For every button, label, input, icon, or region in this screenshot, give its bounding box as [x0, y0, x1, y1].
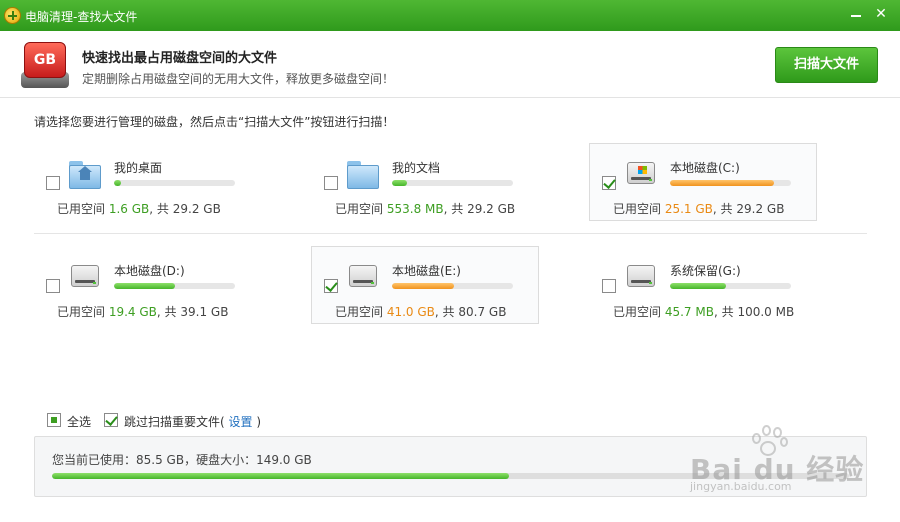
usage-text: 已用空间 25.1 GB, 共 29.2 GB	[613, 202, 785, 216]
disk-checkbox[interactable]	[602, 176, 616, 190]
settings-link[interactable]: 设置	[229, 415, 253, 429]
usage-text: 已用空间 45.7 MB, 共 100.0 MB	[613, 305, 795, 319]
usage-bar	[114, 180, 235, 186]
disk-item-documents[interactable]: 我的文档 已用空间 553.8 MB, 共 29.2 GB	[312, 144, 540, 222]
window-title: 电脑清理-查找大文件	[25, 10, 138, 24]
disk-checkbox[interactable]	[324, 176, 338, 190]
minimize-button[interactable]	[845, 4, 867, 24]
select-all-option[interactable]: 全选	[47, 412, 107, 429]
skip-important-checkbox[interactable]	[104, 413, 118, 427]
usage-text: 已用空间 553.8 MB, 共 29.2 GB	[335, 202, 516, 216]
title-bar: 电脑清理-查找大文件 ✕	[0, 0, 900, 31]
app-logo-icon	[4, 7, 21, 24]
instruction-text: 请选择您要进行管理的磁盘，然后点击“扫描大文件”按钮进行扫描！	[34, 115, 395, 129]
usage-text: 已用空间 41.0 GB, 共 80.7 GB	[335, 305, 507, 319]
disk-name: 本地磁盘(D:)	[114, 264, 185, 278]
disk-checkbox[interactable]	[46, 279, 60, 293]
skip-important-option[interactable]: 跳过扫描重要文件( 设置 )	[104, 412, 284, 429]
usage-bar	[670, 180, 791, 186]
skip-important-label: 跳过扫描重要文件( 设置 )	[124, 415, 262, 429]
summary-text: 您当前已使用：85.5 GB，硬盘大小：149.0 GB	[52, 453, 312, 467]
close-button[interactable]: ✕	[870, 4, 892, 24]
disk-name: 本地磁盘(E:)	[392, 264, 461, 278]
header-title: 快速找出最占用磁盘空间的大文件	[82, 51, 278, 66]
usage-bar	[670, 283, 791, 289]
folder-home-icon	[69, 158, 101, 190]
system-drive-icon	[625, 158, 657, 190]
disk-item-d[interactable]: 本地磁盘(D:) 已用空间 19.4 GB, 共 39.1 GB	[34, 247, 262, 325]
disk-name: 系统保留(G:)	[670, 264, 741, 278]
header-subtitle: 定期删除占用磁盘空间的无用大文件，释放更多磁盘空间！	[82, 72, 395, 86]
disk-checkbox[interactable]	[602, 279, 616, 293]
usage-bar	[114, 283, 235, 289]
hard-drive-icon	[69, 261, 101, 293]
total-usage-fill	[52, 473, 510, 479]
header: GB 快速找出最占用磁盘空间的大文件 定期删除占用磁盘空间的无用大文件，释放更多…	[0, 31, 900, 98]
folder-icon	[347, 158, 379, 190]
disk-item-e[interactable]: 本地磁盘(E:) 已用空间 41.0 GB, 共 80.7 GB	[311, 246, 539, 324]
hard-drive-icon	[347, 261, 379, 293]
select-all-checkbox[interactable]	[47, 413, 61, 427]
usage-bar	[392, 180, 513, 186]
divider	[34, 233, 867, 234]
usage-text: 已用空间 1.6 GB, 共 29.2 GB	[57, 202, 221, 216]
disk-name: 我的文档	[392, 161, 441, 175]
hard-drive-icon	[625, 261, 657, 293]
disk-checkbox[interactable]	[46, 176, 60, 190]
disk-name: 本地磁盘(C:)	[670, 161, 740, 175]
disk-item-g[interactable]: 系统保留(G:) 已用空间 45.7 MB, 共 100.0 MB	[590, 247, 818, 325]
usage-text: 已用空间 19.4 GB, 共 39.1 GB	[57, 305, 229, 319]
gb-disk-icon: GB	[21, 42, 69, 88]
scan-large-files-button[interactable]: 扫描大文件	[775, 47, 878, 83]
usage-bar	[392, 283, 513, 289]
disk-item-c[interactable]: 本地磁盘(C:) 已用空间 25.1 GB, 共 29.2 GB	[589, 143, 817, 221]
disk-checkbox[interactable]	[324, 279, 338, 293]
select-all-label: 全选	[67, 415, 92, 429]
baidu-jingyan-watermark: Bai du 经验 jingyan.baidu.com	[690, 453, 865, 493]
disk-item-desktop[interactable]: 我的桌面 已用空间 1.6 GB, 共 29.2 GB	[34, 144, 262, 222]
disk-name: 我的桌面	[114, 161, 163, 175]
